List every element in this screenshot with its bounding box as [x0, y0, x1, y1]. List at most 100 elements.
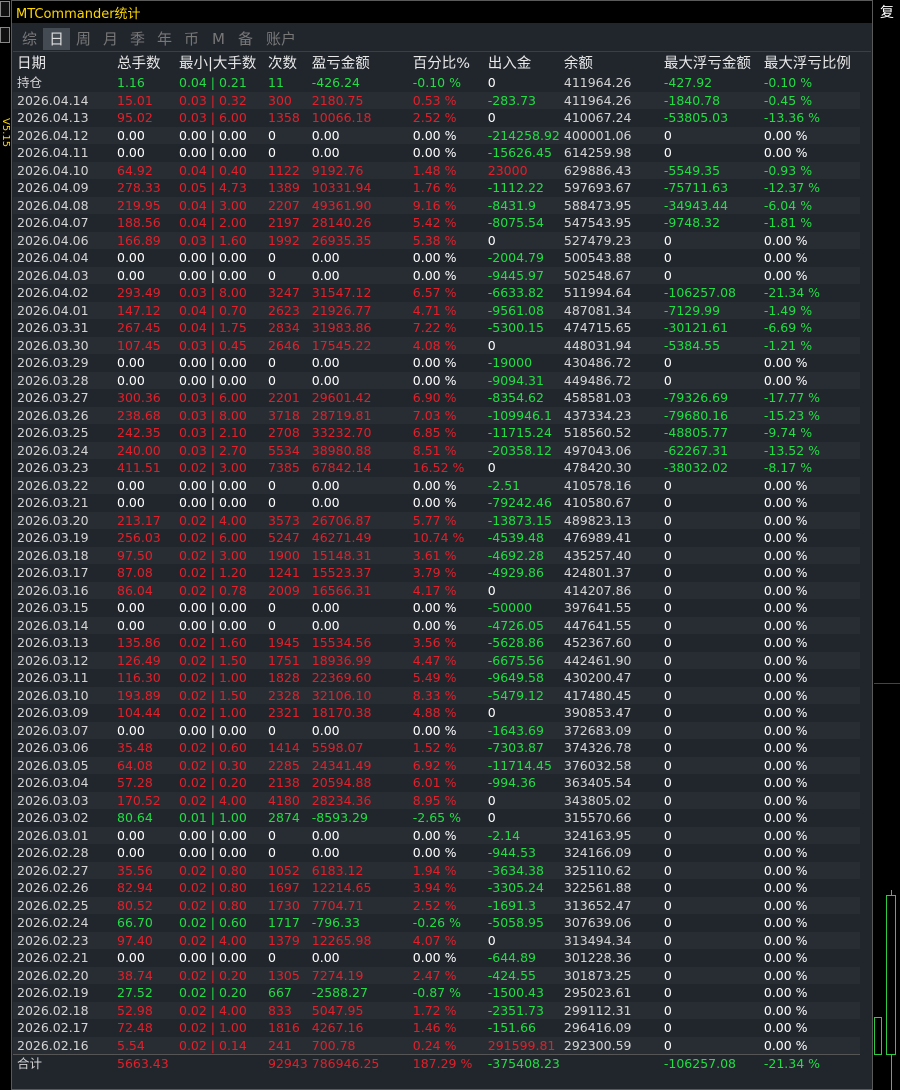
- col-min-max-lots-cell: 0.02 | 1.60: [179, 635, 247, 650]
- col-percent-header[interactable]: 百分比%: [409, 55, 484, 74]
- table-row[interactable]: 2026.02.25 80.52 0.02 | 0.80 1730 7704.71 2.5…: [13, 896, 860, 914]
- table-row[interactable]: 2026.02.24 66.70 0.02 | 0.60 1717 -796.33 -0.…: [13, 914, 860, 932]
- col-date-header[interactable]: 日期: [13, 55, 113, 74]
- table-row[interactable]: 2026.02.26 82.94 0.02 | 0.80 1697 12214.65 3.…: [13, 879, 860, 897]
- table-row[interactable]: 2026.03.07 0.00 0.00 | 0.00 0 0.00 0.00 % -164…: [13, 721, 860, 739]
- table-row[interactable]: 2026.03.21 0.00 0.00 | 0.00 0 0.00 0.00 % -792…: [13, 494, 860, 512]
- col-date-cell: 2026.03.28: [17, 372, 89, 388]
- table-row[interactable]: 2026.03.22 0.00 0.00 | 0.00 0 0.00 0.00 % -2.5…: [13, 476, 860, 494]
- table-row[interactable]: 2026.03.15 0.00 0.00 | 0.00 0 0.00 0.00 % -500…: [13, 599, 860, 617]
- tab-2[interactable]: 周: [70, 28, 97, 50]
- table-row[interactable]: 2026.03.19 256.03 0.02 | 6.00 5247 46271.49 1…: [13, 529, 860, 547]
- tab-6[interactable]: 币: [178, 28, 205, 50]
- panel-titlebar[interactable]: [12, 1, 872, 23]
- table-row[interactable]: 2026.03.16 86.04 0.02 | 0.78 2009 16566.31 4.…: [13, 581, 860, 599]
- table-row[interactable]: 持仓 1.16 0.04 | 0.21 11 -426.24 -0.10 % 0 411964…: [13, 74, 860, 92]
- col-count-header[interactable]: 次数: [264, 55, 308, 74]
- table-row[interactable]: 2026.03.02 80.64 0.01 | 1.00 2874 -8593.29 -2…: [13, 809, 860, 827]
- col-deposit-withdraw-cell: -214258.92: [487, 127, 560, 143]
- col-min-max-lots-cell: 0.00 | 0.00: [179, 355, 247, 370]
- tab-9[interactable]: 账户: [259, 28, 303, 50]
- table-row[interactable]: 2026.03.01 0.00 0.00 | 0.00 0 0.00 0.00 % -2.1…: [13, 826, 860, 844]
- table-row[interactable]: 2026.04.13 95.02 0.03 | 6.00 1358 10066.18 2.…: [13, 109, 860, 127]
- col-balance-cell: 597693.67: [563, 180, 632, 195]
- table-row[interactable]: 2026.03.06 35.48 0.02 | 0.60 1414 5598.07 1.5…: [13, 739, 860, 757]
- table-row[interactable]: 2026.04.11 0.00 0.00 | 0.00 0 0.00 0.00 % -156…: [13, 144, 860, 162]
- col-date-cell: 2026.02.21: [17, 950, 89, 965]
- col-date-cell: 2026.03.14: [17, 617, 89, 633]
- col-min-max-lots-cell: 0.00 | 0.00: [179, 477, 247, 493]
- col-max-drawdown-ratio-header[interactable]: 最大浮亏比例: [760, 55, 860, 74]
- col-total-lots-cell: 300.36: [117, 390, 161, 405]
- table-row[interactable]: 2026.04.12 0.00 0.00 | 0.00 0 0.00 0.00 % -214…: [13, 126, 860, 144]
- table-row[interactable]: 2026.03.18 97.50 0.02 | 3.00 1900 15148.31 3.…: [13, 546, 860, 564]
- col-deposit-withdraw-header[interactable]: 出入金: [484, 55, 560, 74]
- table-row[interactable]: 2026.03.09 104.44 0.02 | 1.00 2321 18170.38 4…: [13, 704, 860, 722]
- table-row[interactable]: 2026.04.08 219.95 0.04 | 3.00 2207 49361.90 9…: [13, 196, 860, 214]
- table-row[interactable]: 2026.03.23 411.51 0.02 | 3.00 7385 67842.14 1…: [13, 459, 860, 477]
- table-row[interactable]: 2026.02.19 27.52 0.02 | 0.20 667 -2588.27 -0.…: [13, 984, 860, 1002]
- toolbar-button[interactable]: [0, 27, 10, 43]
- col-max-drawdown-cell: -106257.08: [659, 1054, 760, 1073]
- table-row[interactable]: 2026.03.26 238.68 0.03 | 8.00 3718 28719.81 7…: [13, 406, 860, 424]
- col-balance-cell: 424801.37: [563, 565, 632, 580]
- table-row[interactable]: 2026.03.31 267.45 0.04 | 1.75 2834 31983.86 7…: [13, 319, 860, 337]
- table-row[interactable]: 2026.03.03 170.52 0.02 | 4.00 4180 28234.36 8…: [13, 791, 860, 809]
- tab-3[interactable]: 月: [97, 28, 124, 50]
- col-count-cell: 92943: [264, 1054, 308, 1073]
- table-row[interactable]: 2026.03.05 64.08 0.02 | 0.30 2285 24341.49 6.…: [13, 756, 860, 774]
- col-total-lots-header[interactable]: 总手数: [113, 55, 175, 74]
- table-row[interactable]: 2026.04.03 0.00 0.00 | 0.00 0 0.00 0.00 % -944…: [13, 266, 860, 284]
- table-row[interactable]: 2026.02.17 72.48 0.02 | 1.00 1816 4267.16 1.4…: [13, 1019, 860, 1037]
- col-balance-header[interactable]: 余额: [560, 55, 660, 74]
- table-row[interactable]: 2026.03.27 300.36 0.03 | 6.00 2201 29601.42 6…: [13, 389, 860, 407]
- col-min-max-lots-cell: 0.00 | 0.00: [179, 127, 247, 143]
- table-row[interactable]: 2026.03.12 126.49 0.02 | 1.50 1751 18936.99 4…: [13, 651, 860, 669]
- tab-8[interactable]: 备: [232, 28, 259, 50]
- table-row[interactable]: 2026.04.06 166.89 0.03 | 1.60 1992 26935.35 5…: [13, 231, 860, 249]
- table-row[interactable]: 2026.03.24 240.00 0.03 | 2.70 5534 38980.88 8…: [13, 441, 860, 459]
- table-row[interactable]: 2026.04.02 293.49 0.03 | 8.00 3247 31547.12 6…: [13, 284, 860, 302]
- col-deposit-withdraw-cell: -6633.82: [487, 285, 544, 300]
- table-row[interactable]: 2026.02.21 0.00 0.00 | 0.00 0 0.00 0.00 % -644…: [13, 949, 860, 967]
- table-row[interactable]: 2026.04.07 188.56 0.04 | 2.00 2197 28140.26 5…: [13, 214, 860, 232]
- table-row[interactable]: 2026.03.30 107.45 0.03 | 0.45 2646 17545.22 4…: [13, 336, 860, 354]
- table-row[interactable]: 2026.03.29 0.00 0.00 | 0.00 0 0.00 0.00 % -190…: [13, 354, 860, 372]
- tab-0[interactable]: 综: [16, 28, 43, 50]
- table-row[interactable]: 2026.03.28 0.00 0.00 | 0.00 0 0.00 0.00 % -909…: [13, 371, 860, 389]
- table-row[interactable]: 2026.02.18 52.98 0.02 | 4.00 833 5047.95 1.72…: [13, 1001, 860, 1019]
- table-row[interactable]: 2026.04.01 147.12 0.04 | 0.70 2623 21926.77 4…: [13, 301, 860, 319]
- table-row[interactable]: 2026.02.16 5.54 0.02 | 0.14 241 700.78 0.24 %…: [13, 1036, 860, 1055]
- table-row[interactable]: 2026.03.13 135.86 0.02 | 1.60 1945 15534.56 3…: [13, 634, 860, 652]
- table-row[interactable]: 2026.02.28 0.00 0.00 | 0.00 0 0.00 0.00 % -944…: [13, 844, 860, 862]
- table-row[interactable]: 2026.04.10 64.92 0.04 | 0.40 1122 9192.76 1.4…: [13, 161, 860, 179]
- col-date-cell: 2026.03.10: [17, 687, 89, 703]
- table-row[interactable]: 2026.03.14 0.00 0.00 | 0.00 0 0.00 0.00 % -472…: [13, 616, 860, 634]
- col-percent-cell: 0.00 %: [412, 355, 457, 370]
- col-max-drawdown-header[interactable]: 最大浮亏金额: [660, 55, 760, 74]
- col-min-max-lots-header[interactable]: 最小|大手数: [175, 55, 264, 74]
- col-count-cell: 1900: [268, 547, 300, 563]
- table-row[interactable]: 2026.04.14 15.01 0.03 | 0.32 300 2180.75 0.53…: [13, 91, 860, 109]
- table-row[interactable]: 2026.04.04 0.00 0.00 | 0.00 0 0.00 0.00 % -200…: [13, 249, 860, 267]
- tab-5[interactable]: 年: [151, 28, 178, 50]
- table-row[interactable]: 2026.02.27 35.56 0.02 | 0.80 1052 6183.12 1.9…: [13, 861, 860, 879]
- table-row[interactable]: 2026.03.11 116.30 0.02 | 1.00 1828 22369.60 5…: [13, 669, 860, 687]
- table-row[interactable]: 2026.03.10 193.89 0.02 | 1.50 2328 32106.10 8…: [13, 686, 860, 704]
- toolbar-button[interactable]: [0, 1, 10, 17]
- table-row[interactable]: 2026.02.23 97.40 0.02 | 4.00 1379 12265.98 4.…: [13, 931, 860, 949]
- table-row[interactable]: 2026.03.17 87.08 0.02 | 1.20 1241 15523.37 3.…: [13, 564, 860, 582]
- table-row[interactable]: 2026.03.20 213.17 0.02 | 4.00 3573 26706.87 5…: [13, 511, 860, 529]
- tab-7[interactable]: M: [205, 28, 232, 50]
- total-row[interactable]: 合计 5663.43 92943 786946.25 187.29 % -375408.2…: [13, 1054, 860, 1073]
- table-row[interactable]: 2026.04.09 278.33 0.05 | 4.73 1389 10331.94 1…: [13, 179, 860, 197]
- col-total-lots-cell: 135.86: [117, 635, 161, 650]
- tab-4[interactable]: 季: [124, 28, 151, 50]
- table-row[interactable]: 2026.02.20 38.74 0.02 | 0.20 1305 7274.19 2.4…: [13, 966, 860, 984]
- table-row[interactable]: 2026.03.25 242.35 0.03 | 2.10 2708 33232.70 6…: [13, 424, 860, 442]
- col-date-cell: 2026.04.10: [17, 162, 89, 178]
- tab-1[interactable]: 日: [43, 28, 70, 50]
- table-row[interactable]: 2026.03.04 57.28 0.02 | 0.20 2138 20594.88 6.…: [13, 774, 860, 792]
- col-pnl-header[interactable]: 盈亏金额: [308, 55, 409, 74]
- col-date-cell: 2026.02.18: [17, 1002, 89, 1018]
